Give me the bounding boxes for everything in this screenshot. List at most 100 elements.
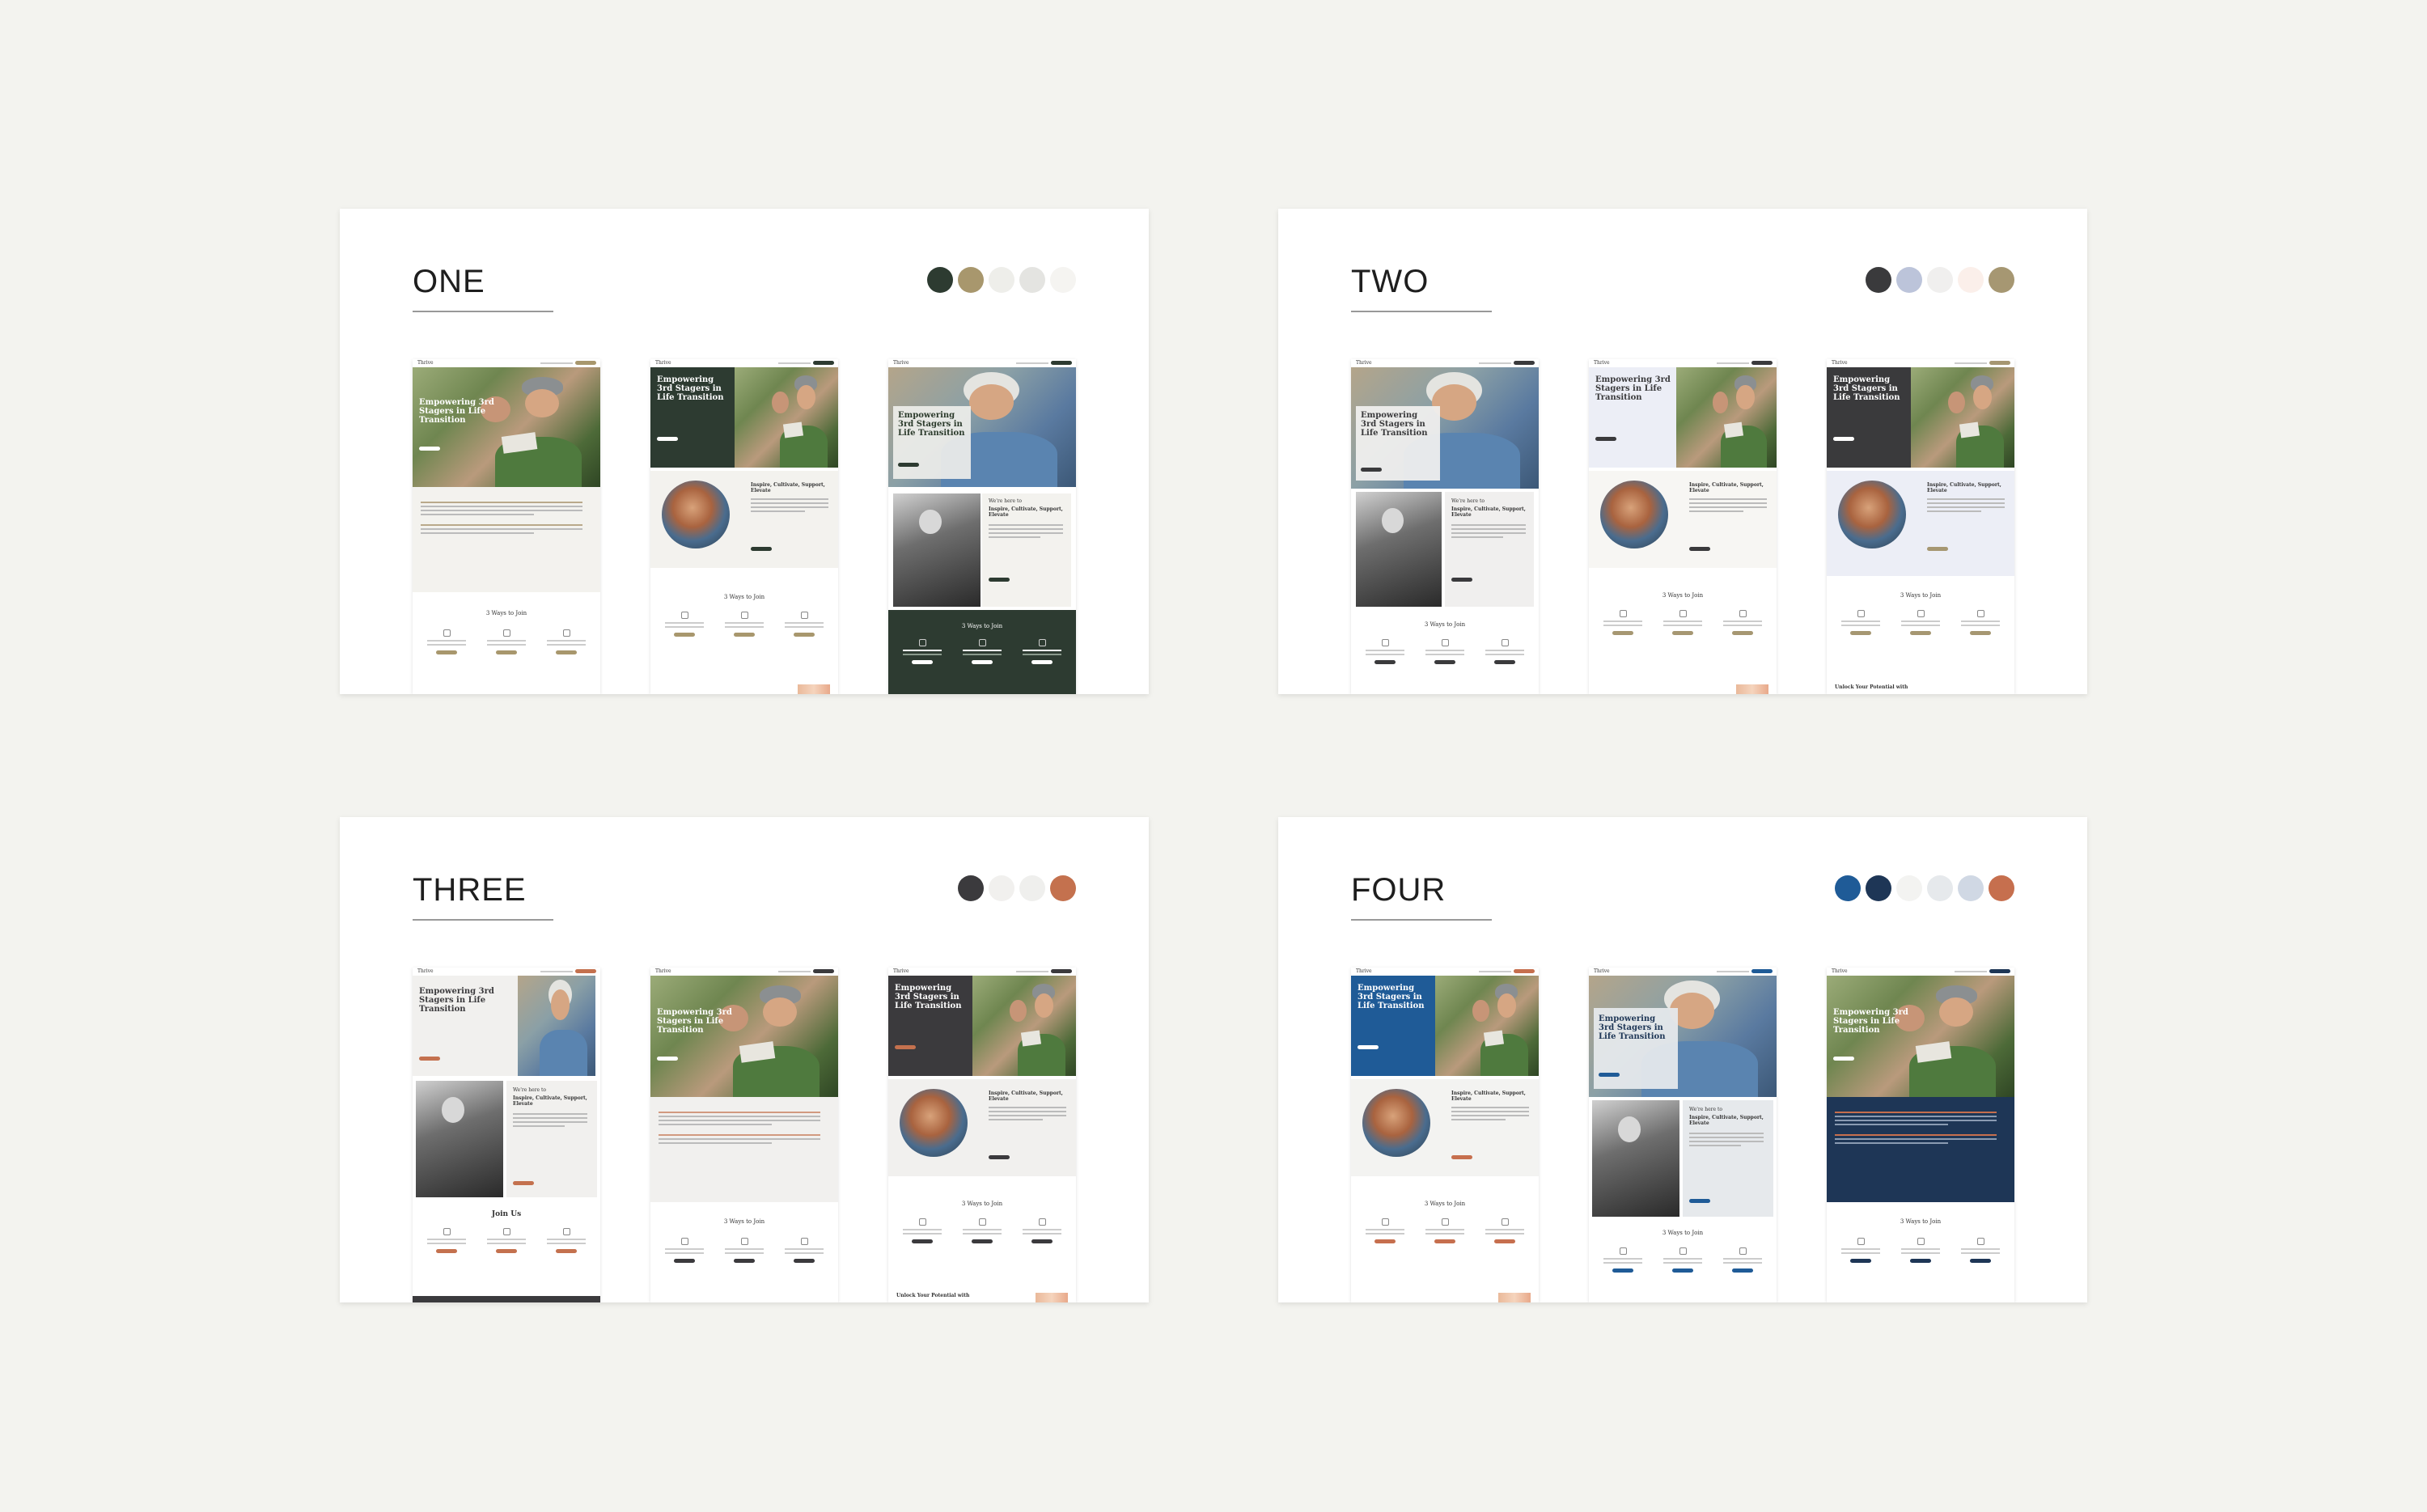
color-swatch bbox=[1927, 267, 1953, 293]
color-palette bbox=[958, 875, 1076, 901]
hero-photo bbox=[1435, 976, 1539, 1076]
mock-nav: Thrive bbox=[413, 359, 600, 367]
website-mockup[interactable]: Thrive Empowering 3rd Stagers in Life Tr… bbox=[413, 359, 600, 694]
tagline: Inspire, Cultivate, Support, Elevate bbox=[1689, 1115, 1764, 1126]
circle-photo bbox=[1362, 1089, 1430, 1157]
hero-heading: Empowering 3rd Stagers in Life Transitio… bbox=[657, 375, 724, 402]
bw-photo bbox=[1592, 1100, 1679, 1217]
we-are-here: We're here to bbox=[513, 1087, 546, 1093]
join-heading: 3 Ways to Join bbox=[1424, 621, 1466, 628]
color-swatch bbox=[989, 875, 1014, 901]
website-mockup[interactable]: Thrive Empowering 3rd Stagers in Life Tr… bbox=[650, 968, 838, 1302]
tagline: Inspire, Cultivate, Support, Elevate bbox=[1927, 482, 2001, 493]
website-mockup[interactable]: Thrive Empowering 3rd Stagers in Life Tr… bbox=[1589, 968, 1777, 1302]
mock-logo: Thrive bbox=[893, 360, 909, 366]
hero-photo bbox=[518, 976, 595, 1076]
unlock-heading: Unlock Your Potential with bbox=[1835, 684, 1908, 690]
we-are-here: We're here to bbox=[1451, 498, 1485, 504]
hero-heading: Empowering 3rd Stagers in Life Transitio… bbox=[1595, 375, 1671, 402]
color-swatch bbox=[1927, 875, 1953, 901]
color-swatch bbox=[1958, 875, 1984, 901]
we-are-here: We're here to bbox=[1689, 1107, 1722, 1112]
we-are-here: We're here to bbox=[989, 498, 1022, 504]
hero-photo bbox=[1676, 367, 1777, 468]
title-underline bbox=[413, 919, 553, 921]
bw-photo bbox=[893, 493, 981, 607]
hero-photo bbox=[735, 367, 838, 468]
website-mockup[interactable]: Thrive Empowering 3rd Stagers in Life Tr… bbox=[1351, 968, 1539, 1302]
hero-photo bbox=[650, 976, 838, 1097]
mock-logo: Thrive bbox=[417, 360, 434, 366]
mock-logo: Thrive bbox=[1594, 968, 1610, 974]
color-swatch bbox=[1050, 267, 1076, 293]
title-underline bbox=[1351, 919, 1492, 921]
color-palette bbox=[1835, 875, 2014, 901]
mock-logo: Thrive bbox=[655, 360, 671, 366]
color-swatch bbox=[1896, 267, 1922, 293]
hero-photo bbox=[413, 367, 600, 487]
join-heading: 3 Ways to Join bbox=[723, 1218, 765, 1225]
mock-logo: Thrive bbox=[1832, 968, 1848, 974]
circle-photo bbox=[1600, 481, 1668, 548]
color-swatch bbox=[1835, 875, 1861, 901]
circle-photo bbox=[662, 481, 730, 548]
mock-logo: Thrive bbox=[655, 968, 671, 974]
join-heading: Join Us bbox=[491, 1210, 522, 1218]
hero-heading: Empowering 3rd Stagers in Life Transitio… bbox=[419, 398, 494, 425]
hero-photo bbox=[1827, 976, 2014, 1097]
color-swatch bbox=[1958, 267, 1984, 293]
join-heading: 3 Ways to Join bbox=[1900, 1218, 1942, 1225]
hero-heading: Empowering 3rd Stagers in Life Transitio… bbox=[1358, 984, 1425, 1010]
title-underline bbox=[1351, 311, 1492, 312]
mock-logo: Thrive bbox=[893, 968, 909, 974]
color-swatch bbox=[1989, 267, 2014, 293]
tagline: Inspire, Cultivate, Support, Elevate bbox=[989, 1091, 1063, 1102]
circle-photo bbox=[1838, 481, 1906, 548]
color-palette bbox=[1866, 267, 2014, 293]
website-mockup[interactable]: Thrive Empowering 3rd Stagers in Life Tr… bbox=[888, 359, 1076, 694]
bw-photo bbox=[416, 1081, 503, 1197]
hero-heading: Empowering 3rd Stagers in Life Transitio… bbox=[1361, 411, 1428, 438]
website-mockup[interactable]: Thrive Empowering 3rd Stagers in Life Tr… bbox=[888, 968, 1076, 1302]
mock-logo: Thrive bbox=[1832, 360, 1848, 366]
thumbnail-strip bbox=[798, 684, 830, 694]
mock-logo: Thrive bbox=[1356, 360, 1372, 366]
thumbnail-strip bbox=[1498, 1293, 1531, 1302]
hero-heading: Empowering 3rd Stagers in Life Transitio… bbox=[1833, 1008, 1908, 1035]
website-mockup[interactable]: Thrive Empowering 3rd Stagers in Life Tr… bbox=[650, 359, 838, 694]
website-mockup[interactable]: Thrive Empowering 3rd Stagers in Life Tr… bbox=[1827, 359, 2014, 694]
tagline: Inspire, Cultivate, Support, Elevate bbox=[1451, 1091, 1526, 1102]
color-swatch bbox=[1989, 875, 2014, 901]
color-swatch bbox=[1050, 875, 1076, 901]
website-mockup[interactable]: Thrive Empowering 3rd Stagers in Life Tr… bbox=[1827, 968, 2014, 1302]
option-title: FOUR bbox=[1351, 872, 1446, 908]
mock-logo: Thrive bbox=[417, 968, 434, 974]
color-swatch bbox=[1019, 875, 1045, 901]
color-swatch bbox=[1866, 267, 1891, 293]
join-heading: 3 Ways to Join bbox=[1662, 592, 1704, 599]
color-swatch bbox=[958, 875, 984, 901]
color-swatch bbox=[989, 267, 1014, 293]
hero-heading: Empowering 3rd Stagers in Life Transitio… bbox=[657, 1008, 732, 1035]
hero-button bbox=[419, 447, 440, 451]
color-swatch bbox=[927, 267, 953, 293]
tagline: Inspire, Cultivate, Support, Elevate bbox=[1451, 506, 1526, 518]
circle-photo bbox=[900, 1089, 968, 1157]
color-swatch bbox=[958, 267, 984, 293]
website-mockup[interactable]: Thrive Empowering 3rd Stagers in Life Tr… bbox=[1589, 359, 1777, 694]
thumbnail-strip bbox=[1736, 684, 1768, 694]
hero-photo bbox=[972, 976, 1076, 1076]
join-heading: 3 Ways to Join bbox=[961, 1201, 1003, 1207]
tagline: Inspire, Cultivate, Support, Elevate bbox=[989, 506, 1063, 518]
website-mockup[interactable]: Thrive Empowering 3rd Stagers in Life Tr… bbox=[413, 968, 600, 1302]
mock-logo: Thrive bbox=[1356, 968, 1372, 974]
color-swatch bbox=[1866, 875, 1891, 901]
website-mockup[interactable]: Thrive Empowering 3rd Stagers in Life Tr… bbox=[1351, 359, 1539, 694]
unlock-heading: Unlock Your Potential with bbox=[896, 1293, 970, 1298]
hero-heading: Empowering 3rd Stagers in Life Transitio… bbox=[419, 987, 494, 1014]
tagline: Inspire, Cultivate, Support, Elevate bbox=[751, 482, 825, 493]
join-heading: 3 Ways to Join bbox=[723, 594, 765, 600]
hero-heading: Empowering 3rd Stagers in Life Transitio… bbox=[1599, 1014, 1666, 1041]
tagline: Inspire, Cultivate, Support, Elevate bbox=[1689, 482, 1764, 493]
option-card-two: TWO Thrive Empowering 3rd Stagers in Lif… bbox=[1278, 209, 2087, 694]
